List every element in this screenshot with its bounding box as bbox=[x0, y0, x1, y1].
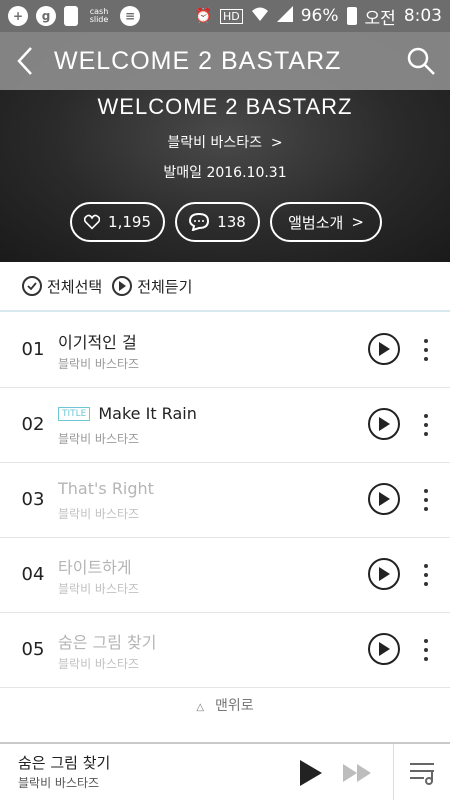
now-playing-title: 숨은 그림 찾기 bbox=[18, 754, 111, 772]
search-icon bbox=[407, 47, 435, 75]
add-notification-icon: + bbox=[8, 6, 28, 26]
track-number: 03 bbox=[21, 489, 45, 510]
track-play-button[interactable] bbox=[368, 633, 400, 665]
track-title: 숨은 그림 찾기 bbox=[58, 629, 157, 653]
play-icon bbox=[379, 567, 390, 581]
player-next-button[interactable] bbox=[343, 764, 373, 786]
top-bar: WELCOME 2 BASTARZ bbox=[0, 32, 450, 90]
fast-forward-icon bbox=[343, 764, 371, 782]
clock: 8:03 bbox=[403, 6, 442, 26]
player-divider bbox=[393, 744, 394, 800]
track-row[interactable]: 01 이기적인 걸 블락비 바스타즈 bbox=[0, 313, 450, 388]
track-title: 이기적인 걸 bbox=[58, 329, 137, 353]
scroll-to-top-label: 맨위로 bbox=[214, 698, 254, 714]
track-artist: 블락비 바스타즈 bbox=[58, 507, 140, 521]
track-artist: 블락비 바스타즈 bbox=[58, 657, 140, 671]
play-icon bbox=[379, 342, 390, 356]
ampm-label: 오전 bbox=[364, 8, 396, 29]
track-play-button[interactable] bbox=[368, 408, 400, 440]
play-icon bbox=[379, 492, 390, 506]
player-play-button[interactable] bbox=[298, 760, 322, 790]
play-all-button[interactable]: 전체듣기 bbox=[112, 276, 192, 297]
comment-button[interactable]: 138 bbox=[175, 202, 260, 242]
track-title-text: 숨은 그림 찾기 bbox=[58, 633, 157, 652]
track-play-button[interactable] bbox=[368, 483, 400, 515]
more-options-button[interactable] bbox=[418, 339, 434, 361]
track-number: 04 bbox=[21, 564, 45, 585]
signal-icon bbox=[276, 6, 293, 26]
track-title-text: Make It Rain bbox=[98, 404, 197, 423]
track-row[interactable]: 05 숨은 그림 찾기 블락비 바스타즈 bbox=[0, 613, 450, 688]
album-header: WELCOME 2 BASTARZ WELCOME 2 BASTARZ 블락비 … bbox=[0, 32, 450, 262]
like-count: 1,195 bbox=[108, 213, 151, 231]
scroll-to-top-button[interactable]: △ 맨위로 bbox=[0, 695, 450, 715]
alarm-icon: ⏰ bbox=[194, 8, 212, 24]
track-row[interactable]: 03 That's Right 블락비 바스타즈 bbox=[0, 463, 450, 538]
play-all-label: 전체듣기 bbox=[137, 277, 193, 296]
list-actions: 전체선택 전체듣기 bbox=[0, 262, 450, 312]
select-all-button[interactable]: 전체선택 bbox=[22, 276, 102, 297]
hd-icon: HD bbox=[219, 8, 243, 24]
track-title-text: 타이트하게 bbox=[58, 558, 132, 577]
track-play-button[interactable] bbox=[368, 558, 400, 590]
battery-percent: 96% bbox=[300, 6, 339, 26]
track-number: 02 bbox=[21, 414, 45, 435]
search-button[interactable] bbox=[406, 46, 436, 76]
chevron-right-icon: > bbox=[351, 213, 364, 231]
track-artist: 블락비 바스타즈 bbox=[58, 432, 140, 446]
play-icon bbox=[379, 417, 390, 431]
track-artist: 블락비 바스타즈 bbox=[58, 582, 140, 596]
battery-icon bbox=[346, 7, 357, 25]
track-row[interactable]: 02 TITLE Make It Rain 블락비 바스타즈 bbox=[0, 388, 450, 463]
g-app-icon: g bbox=[36, 6, 56, 26]
comment-count: 138 bbox=[217, 213, 246, 231]
chevron-left-icon bbox=[17, 47, 32, 75]
release-date: 2016.10.31 bbox=[206, 165, 287, 181]
top-bar-title: WELCOME 2 BASTARZ bbox=[54, 46, 342, 75]
cash-slide-icon: cash slide bbox=[89, 7, 109, 24]
track-title: That's Right bbox=[58, 479, 154, 498]
track-play-button[interactable] bbox=[368, 333, 400, 365]
track-artist: 블락비 바스타즈 bbox=[58, 357, 140, 371]
like-button[interactable]: 1,195 bbox=[70, 202, 165, 242]
now-playing-artist: 블락비 바스타즈 bbox=[18, 776, 100, 790]
playlist-button[interactable] bbox=[408, 760, 436, 790]
wifi-icon bbox=[251, 6, 269, 26]
more-options-button[interactable] bbox=[418, 564, 434, 586]
select-all-label: 전체선택 bbox=[47, 277, 103, 296]
stack-icon: ≡ bbox=[120, 6, 140, 26]
more-options-button[interactable] bbox=[418, 489, 434, 511]
track-number: 01 bbox=[21, 339, 45, 360]
album-actions: 1,195 138 앨범소개 > bbox=[70, 202, 382, 242]
comment-icon bbox=[189, 213, 210, 231]
track-title-text: That's Right bbox=[58, 479, 154, 498]
back-button[interactable] bbox=[0, 32, 50, 90]
album-intro-label: 앨범소개 bbox=[288, 213, 344, 232]
track-title-text: 이기적인 걸 bbox=[58, 333, 137, 352]
track-title: TITLE Make It Rain bbox=[58, 404, 197, 423]
album-title: WELCOME 2 BASTARZ bbox=[97, 94, 353, 119]
track-row[interactable]: 04 타이트하게 블락비 바스타즈 bbox=[0, 538, 450, 613]
track-title: 타이트하게 bbox=[58, 554, 132, 578]
track-number: 05 bbox=[21, 639, 45, 660]
heart-icon bbox=[84, 214, 101, 230]
chevron-right-icon: > bbox=[266, 135, 283, 151]
artist-name: 블락비 바스타즈 bbox=[167, 135, 262, 151]
mini-player[interactable]: 숨은 그림 찾기 블락비 바스타즈 bbox=[0, 742, 450, 800]
status-bar: + g cash slide ≡ ⏰ HD 96% 오전 8:03 bbox=[0, 0, 450, 32]
release-info: 발매일 2016.10.31 bbox=[0, 162, 450, 182]
artist-link[interactable]: 블락비 바스타즈 > bbox=[0, 132, 450, 152]
play-circle-icon bbox=[112, 276, 133, 296]
title-track-badge: TITLE bbox=[58, 406, 91, 421]
play-icon bbox=[300, 760, 322, 786]
album-intro-button[interactable]: 앨범소개 > bbox=[270, 202, 382, 242]
playlist-icon bbox=[410, 763, 434, 785]
check-circle-icon bbox=[22, 276, 42, 296]
triangle-up-icon: △ bbox=[196, 702, 211, 713]
more-options-button[interactable] bbox=[418, 414, 434, 436]
phone-app-icon bbox=[64, 6, 78, 26]
play-icon bbox=[379, 642, 390, 656]
more-options-button[interactable] bbox=[418, 639, 434, 661]
release-label: 발매일 bbox=[163, 165, 202, 181]
